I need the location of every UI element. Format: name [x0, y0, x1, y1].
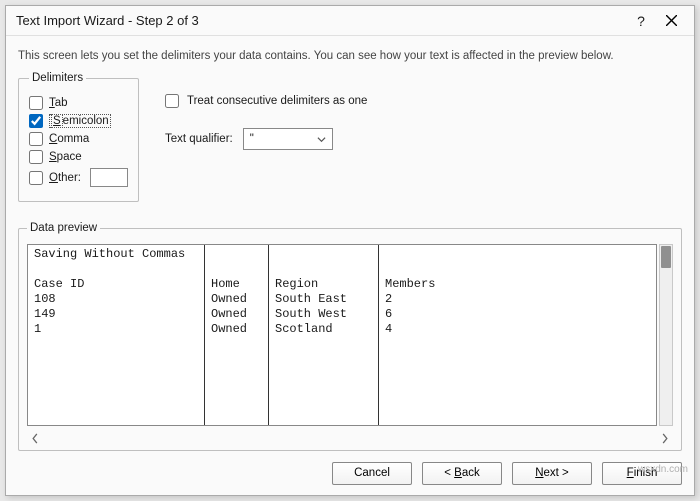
next-button[interactable]: Next >	[512, 462, 592, 485]
delimiters-group: Delimiters Tab Semicolon Comma Space	[18, 72, 139, 202]
preview-cell: Region	[269, 277, 378, 292]
help-button[interactable]: ?	[626, 9, 656, 33]
delimiter-tab[interactable]: Tab	[29, 96, 128, 110]
preview-cell: South East	[269, 292, 378, 307]
preview-column: HomeOwnedOwnedOwned	[204, 245, 268, 425]
data-preview-group: Data preview Saving Without Commas Case I…	[18, 222, 682, 451]
cancel-button[interactable]: Cancel	[332, 462, 412, 485]
treat-consecutive[interactable]: Treat consecutive delimiters as one	[165, 94, 367, 108]
preview-cell	[379, 262, 638, 277]
close-icon	[666, 15, 677, 26]
treat-consecutive-checkbox[interactable]	[165, 94, 179, 108]
delimiter-semicolon[interactable]: Semicolon	[29, 114, 128, 128]
preview-cell	[269, 247, 378, 262]
preview-table: Saving Without CommasCase ID1081491HomeO…	[27, 244, 657, 426]
description-text: This screen lets you set the delimiters …	[18, 50, 682, 62]
preview-cell: 2	[379, 292, 638, 307]
preview-vertical-scrollbar[interactable]	[659, 244, 673, 426]
preview-cell: 149	[28, 307, 204, 322]
text-qualifier-row: Text qualifier: "	[165, 128, 367, 150]
text-qualifier-select[interactable]: "	[243, 128, 333, 150]
preview-cell: South West	[269, 307, 378, 322]
preview-cell: Owned	[205, 307, 268, 322]
data-preview-legend: Data preview	[27, 222, 100, 234]
close-button[interactable]	[656, 9, 686, 33]
preview-cell: Scotland	[269, 322, 378, 337]
watermark: wsxdn.com	[638, 464, 688, 475]
delimiter-other-input[interactable]	[90, 168, 128, 187]
delimiter-comma-checkbox[interactable]	[29, 132, 43, 146]
title-bar: Text Import Wizard - Step 2 of 3 ?	[6, 6, 694, 36]
preview-cell: Owned	[205, 322, 268, 337]
preview-cell	[205, 262, 268, 277]
preview-cell: 4	[379, 322, 638, 337]
delimiter-other[interactable]: Other:	[29, 168, 128, 187]
wizard-body: This screen lets you set the delimiters …	[6, 36, 694, 451]
window-title: Text Import Wizard - Step 2 of 3	[16, 13, 626, 28]
preview-column: RegionSouth EastSouth WestScotland	[268, 245, 378, 425]
scrollbar-thumb[interactable]	[661, 246, 671, 268]
preview-wrap: Data preview Saving Without Commas Case I…	[18, 222, 682, 451]
delimiter-comma[interactable]: Comma	[29, 132, 128, 146]
preview-cell	[205, 247, 268, 262]
text-qualifier-value: "	[250, 133, 254, 145]
preview-cell: 108	[28, 292, 204, 307]
delimiter-semicolon-checkbox[interactable]	[29, 114, 43, 128]
preview-cell: Home	[205, 277, 268, 292]
preview-cell: Members	[379, 277, 638, 292]
delimiter-space-checkbox[interactable]	[29, 150, 43, 164]
preview-inner: Saving Without CommasCase ID1081491HomeO…	[27, 244, 673, 426]
chevron-down-icon	[317, 135, 326, 144]
preview-column: Members264	[378, 245, 638, 425]
options-section: Delimiters Tab Semicolon Comma Space	[18, 72, 682, 202]
wizard-window: Text Import Wizard - Step 2 of 3 ? This …	[5, 5, 695, 496]
preview-cell: Case ID	[28, 277, 204, 292]
delimiter-tab-checkbox[interactable]	[29, 96, 43, 110]
text-qualifier-label: Text qualifier:	[165, 133, 233, 145]
preview-cell: 1	[28, 322, 204, 337]
preview-cell	[28, 262, 204, 277]
delimiter-space[interactable]: Space	[29, 150, 128, 164]
scroll-left-icon[interactable]	[31, 433, 39, 444]
preview-cell: Owned	[205, 292, 268, 307]
preview-cell	[379, 247, 638, 262]
right-options: Treat consecutive delimiters as one Text…	[165, 72, 367, 150]
preview-column: Saving Without Commas Case ID1081491	[28, 245, 204, 425]
back-button[interactable]: < Back	[422, 462, 502, 485]
preview-cell	[269, 262, 378, 277]
preview-cell: Saving Without Commas	[28, 247, 204, 262]
footer-buttons: Cancel < Back Next > Finish	[6, 451, 694, 495]
preview-cell: 6	[379, 307, 638, 322]
delimiters-legend: Delimiters	[29, 72, 86, 84]
delimiter-other-checkbox[interactable]	[29, 171, 43, 185]
preview-horizontal-scrollbar[interactable]	[27, 430, 673, 446]
scroll-right-icon[interactable]	[661, 433, 669, 444]
